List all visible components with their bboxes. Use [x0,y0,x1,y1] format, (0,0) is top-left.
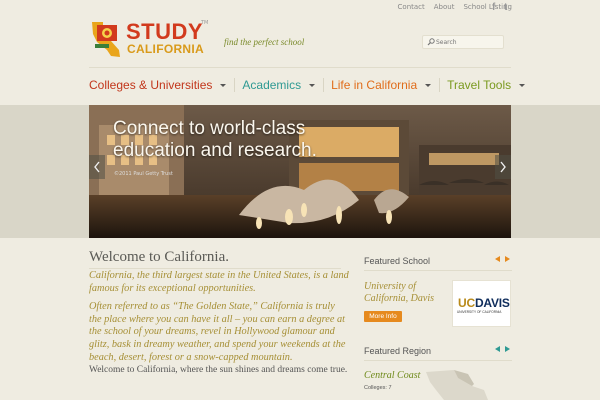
featured-school-next-icon[interactable] [505,256,510,262]
chevron-down-icon [425,83,432,87]
hero-headline: Connect to world-class education and res… [113,118,317,161]
search-icon [427,38,435,46]
chevron-left-icon [94,161,100,173]
site-tagline: find the perfect school [224,37,305,47]
site-logo[interactable]: STUDY TM CALIFORNIA [89,19,211,60]
hero-slider: Connect to world-class education and res… [89,105,511,238]
nav-label: Colleges & Universities [89,78,213,92]
region-map-icon [426,370,488,400]
featured-school-divider [364,270,512,271]
logo-uc-text: UC [458,296,475,310]
featured-region-heading: Featured Region [364,346,432,356]
welcome-closing: Welcome to California, where the sun shi… [89,365,348,375]
featured-region-divider [364,360,512,361]
ucdavis-logo[interactable]: UCDAVIS UNIVERSITY OF CALIFORNIA [452,280,511,327]
search-box [422,35,504,49]
chevron-down-icon [519,83,526,87]
page: Contact About School Listing f t STUDY T… [0,0,600,400]
featured-region-name[interactable]: Central Coast [364,370,420,381]
top-link-about[interactable]: About [434,3,455,11]
intro-paragraph-1: California, the third largest state in t… [89,270,349,294]
featured-school-prev-icon[interactable] [495,256,500,262]
chevron-down-icon [220,83,227,87]
welcome-divider [89,268,341,269]
more-info-button[interactable]: More Info [364,311,402,322]
nav-label: Travel Tools [447,78,512,92]
hero-next-button[interactable] [495,155,511,179]
intro-paragraph-2: Often referred to as “The Golden State,”… [89,301,346,363]
search-input[interactable] [436,37,502,48]
welcome-intro: California, the third largest state in t… [89,270,349,370]
nav-divider [439,78,441,92]
hero-prev-button[interactable] [89,155,105,179]
ucdavis-subtitle: UNIVERSITY OF CALIFORNIA [457,310,502,314]
featured-school-name[interactable]: University of California, Davis [364,281,444,305]
logo-california-text: CALIFORNIA [127,42,204,56]
hero-photo-credit: ©2011 Paul Getty Trust [114,171,173,177]
nav-top-rule [89,67,511,68]
nav-label: Academics [242,78,302,92]
main-nav: Colleges & Universities Academics Life i… [89,76,533,94]
nav-colleges-universities[interactable]: Colleges & Universities [89,78,242,92]
california-bear-icon [92,22,120,57]
chevron-right-icon [500,161,506,173]
featured-region-next-icon[interactable] [505,346,510,352]
nav-label: Life in California [331,78,418,92]
top-link-contact[interactable]: Contact [398,3,425,11]
nav-life-in-california[interactable]: Life in California [331,78,447,92]
nav-divider [234,78,236,92]
chevron-down-icon [309,83,316,87]
nav-travel-tools[interactable]: Travel Tools [447,78,533,92]
nav-divider [323,78,325,92]
welcome-heading: Welcome to California. [89,249,229,265]
logo-davis-text: DAVIS [474,296,510,310]
featured-school-heading: Featured School [364,256,431,266]
ucdavis-wordmark: UCDAVIS [458,296,510,310]
nav-academics[interactable]: Academics [242,78,331,92]
featured-region-prev-icon[interactable] [495,346,500,352]
featured-region-count: Colleges: 7 [364,385,392,391]
twitter-icon[interactable]: t [504,2,513,13]
logo-trademark: TM [201,20,209,26]
facebook-icon[interactable]: f [492,2,500,13]
